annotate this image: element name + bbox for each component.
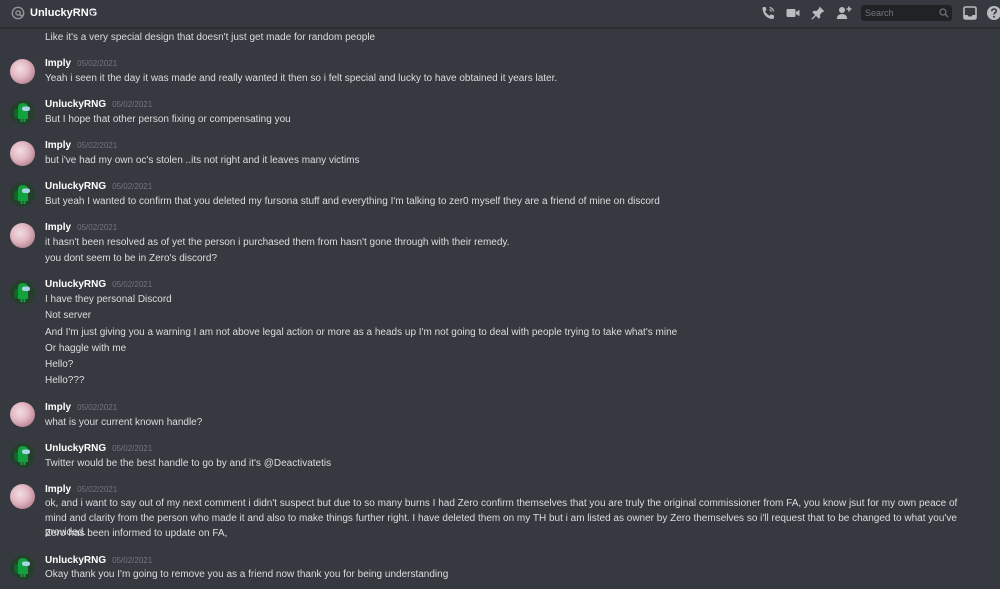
message-author[interactable]: Imply 05/02/2021 xyxy=(45,402,117,413)
avatar[interactable] xyxy=(10,182,35,207)
message-text: But I hope that other person fixing or c… xyxy=(45,114,291,125)
help-icon[interactable] xyxy=(986,5,1000,21)
message-timestamp: 05/02/2021 xyxy=(112,556,153,565)
channel-title: UnluckyRNG xyxy=(30,7,98,19)
search-input[interactable] xyxy=(861,5,943,21)
message-author[interactable]: Imply 05/02/2021 xyxy=(45,58,117,69)
crewmate-icon xyxy=(14,446,30,465)
message-timestamp: 05/02/2021 xyxy=(77,141,118,150)
message-author[interactable]: UnluckyRNG 05/02/2021 xyxy=(45,99,152,110)
message-text: And I'm just giving you a warning I am n… xyxy=(45,327,678,338)
search-icon[interactable] xyxy=(939,8,949,18)
phone-icon[interactable] xyxy=(760,5,776,21)
message-text: you dont seem to be in Zero's discord? xyxy=(45,253,218,264)
at-icon xyxy=(11,6,25,20)
pin-icon[interactable] xyxy=(810,5,826,21)
avatar[interactable] xyxy=(10,443,35,468)
message-timestamp: 05/02/2021 xyxy=(77,59,118,68)
message-text: Yeah i seen it the day it was made and r… xyxy=(45,73,558,84)
message-text: Okay thank you I'm going to remove you a… xyxy=(45,569,449,580)
avatar[interactable] xyxy=(10,402,35,427)
message-text: it hasn't been resolved as of yet the pe… xyxy=(45,237,510,248)
avatar[interactable] xyxy=(10,141,35,166)
message-text: I have they personal Discord xyxy=(45,294,172,305)
message-timestamp: 05/02/2021 xyxy=(77,223,118,232)
avatar[interactable] xyxy=(10,223,35,248)
message-list: Like it's a very special design that doe… xyxy=(0,29,1000,589)
crewmate-icon xyxy=(14,103,30,122)
avatar[interactable] xyxy=(10,280,35,305)
status-indicator xyxy=(89,10,95,16)
message-timestamp: 05/02/2021 xyxy=(112,182,153,191)
message-timestamp: 05/02/2021 xyxy=(112,444,153,453)
message-text: Hello??? xyxy=(45,375,85,386)
message-text: Not server xyxy=(45,310,92,321)
message-text: but i've had my own oc's stolen ..its no… xyxy=(45,155,360,166)
message-timestamp: 05/02/2021 xyxy=(112,100,153,109)
message-author[interactable]: Imply 05/02/2021 xyxy=(45,140,117,151)
message-author[interactable]: UnluckyRNG 05/02/2021 xyxy=(45,181,152,192)
message-author[interactable]: UnluckyRNG 05/02/2021 xyxy=(45,555,152,566)
message-text: Zero has been informed to update on FA, xyxy=(45,528,228,539)
message-text: Twitter would be the best handle to go b… xyxy=(45,458,332,469)
avatar[interactable] xyxy=(10,484,35,509)
message-timestamp: 05/02/2021 xyxy=(77,485,118,494)
message-text: But yeah I wanted to confirm that you de… xyxy=(45,196,660,207)
crewmate-icon xyxy=(14,185,30,204)
channel-header: UnluckyRNG xyxy=(0,0,1000,28)
message-text: Hello? xyxy=(45,359,74,370)
message-timestamp: 05/02/2021 xyxy=(112,280,153,289)
avatar[interactable] xyxy=(10,555,35,580)
message-timestamp: 05/02/2021 xyxy=(77,403,118,412)
message-author[interactable]: Imply 05/02/2021 xyxy=(45,484,117,495)
search-bar[interactable] xyxy=(861,5,952,21)
message-author[interactable]: UnluckyRNG 05/02/2021 xyxy=(45,443,152,454)
crewmate-icon xyxy=(14,283,30,302)
avatar[interactable] xyxy=(10,59,35,84)
message-text: Like it's a very special design that doe… xyxy=(45,32,376,43)
message-author[interactable]: UnluckyRNG 05/02/2021 xyxy=(45,279,152,290)
video-icon[interactable] xyxy=(785,5,801,21)
message-text: Or haggle with me xyxy=(45,343,127,354)
inbox-icon[interactable] xyxy=(962,5,978,21)
add-friend-icon[interactable] xyxy=(836,5,852,21)
message-author[interactable]: Imply 05/02/2021 xyxy=(45,222,117,233)
avatar[interactable] xyxy=(10,100,35,125)
crewmate-icon xyxy=(14,558,30,577)
message-text: what is your current known handle? xyxy=(45,417,203,428)
